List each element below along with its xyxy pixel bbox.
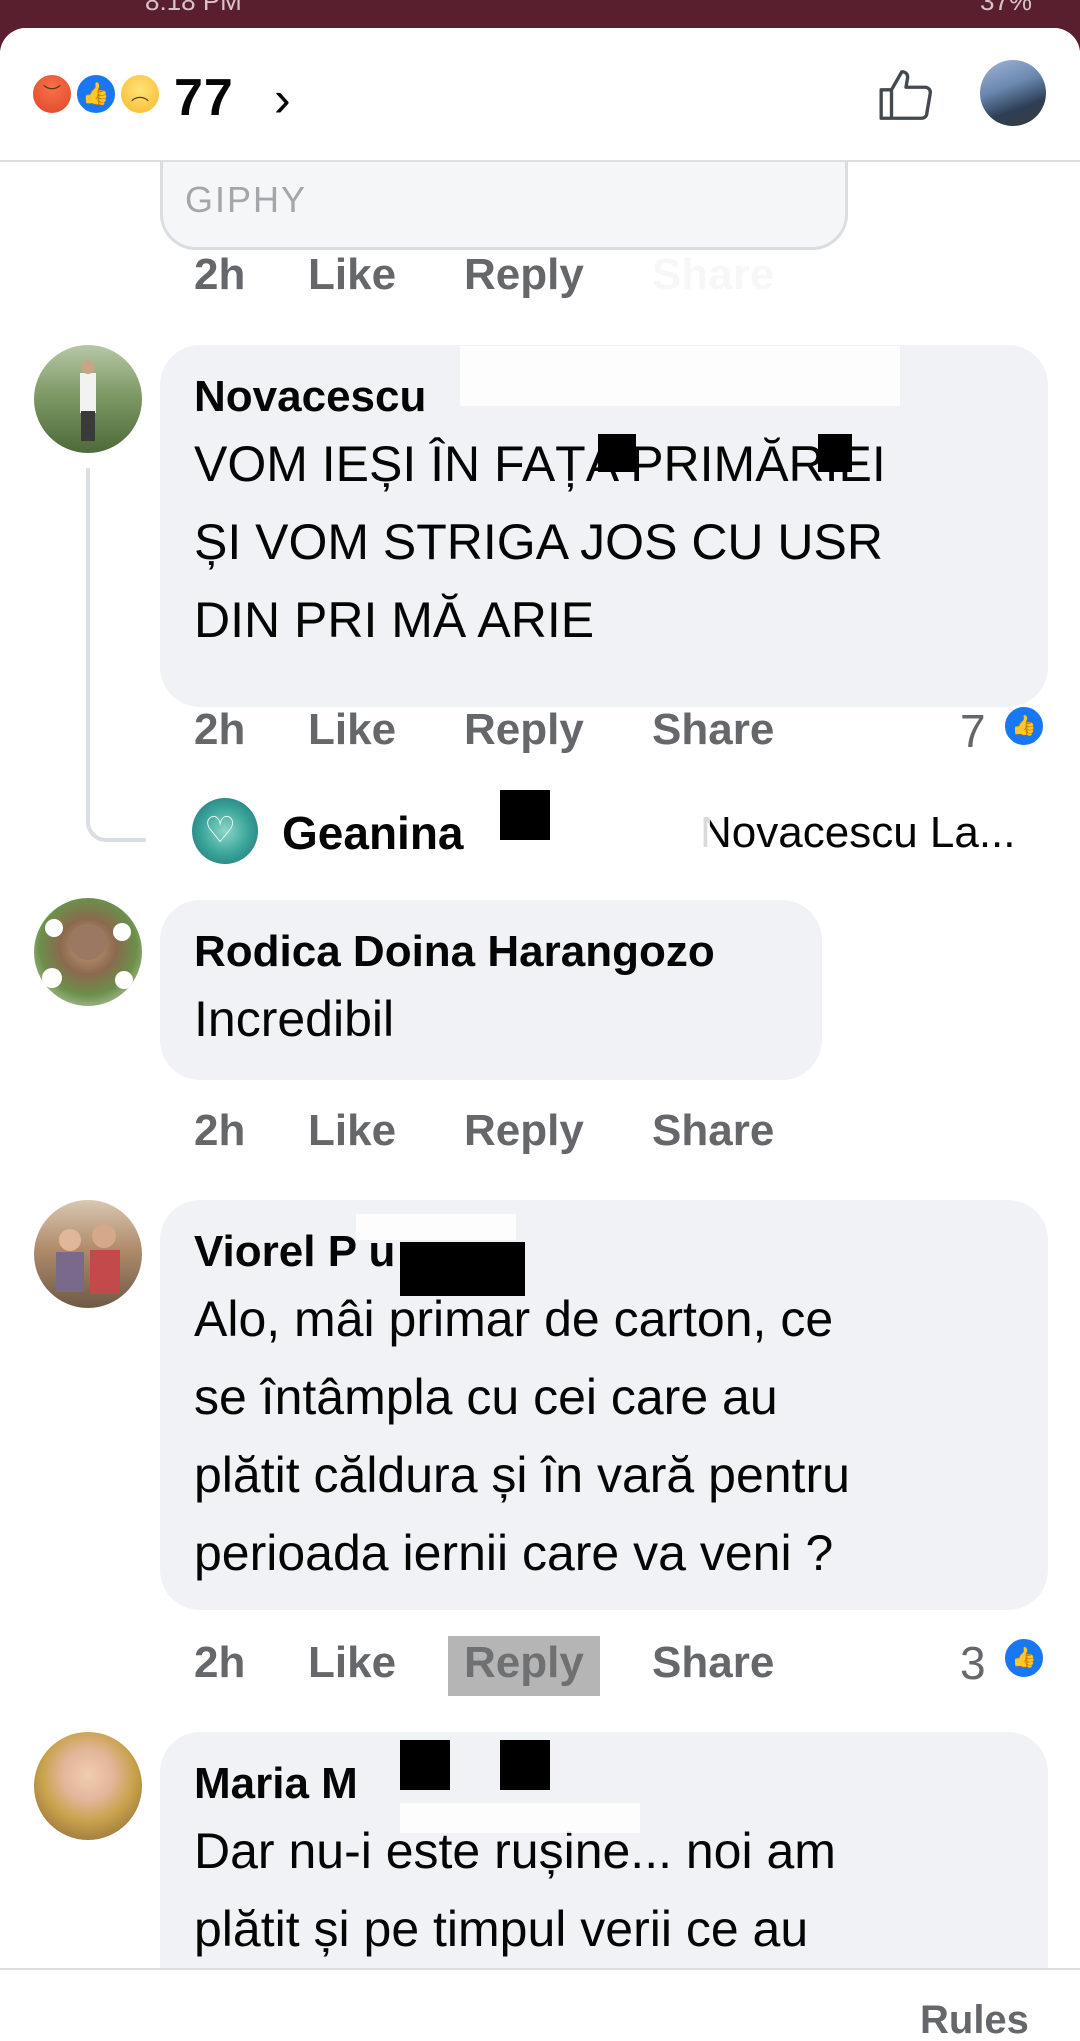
avatar[interactable]: ♡ xyxy=(192,798,258,864)
avatar[interactable] xyxy=(34,1200,142,1308)
blur-overlay xyxy=(448,1636,600,1696)
avatar[interactable] xyxy=(980,60,1046,126)
reaction-summary[interactable]: ︶ 👍 ︵ xyxy=(30,72,170,118)
giphy-label: GIPHY xyxy=(185,179,308,220)
blur-overlay xyxy=(460,346,900,406)
redaction-block xyxy=(500,1740,550,1790)
avatar[interactable] xyxy=(34,898,142,1006)
comment-time: 2h xyxy=(194,1638,246,1687)
thumbs-up-icon[interactable] xyxy=(876,64,938,126)
battery-level: 37% xyxy=(980,0,1033,16)
comment-time: 2h xyxy=(194,250,246,299)
comment-text: Incredibil xyxy=(194,991,395,1047)
rules-link[interactable]: Rules xyxy=(920,1998,1029,2041)
avatar[interactable] xyxy=(34,345,142,453)
comment-time: 2h xyxy=(194,705,246,754)
reaction-count[interactable]: 77 xyxy=(174,68,234,128)
reply-button[interactable]: Reply xyxy=(464,250,584,300)
reply-preview[interactable]: Geanina Novacescu La... xyxy=(282,806,1016,860)
reply-author: Geanina xyxy=(282,807,464,859)
share-button[interactable]: Share xyxy=(652,1106,774,1156)
reactions-header: ︶ 👍 ︵ 77 › xyxy=(0,28,1080,162)
status-bar: 8:18 PM 37% xyxy=(0,0,1080,28)
family-photo-icon xyxy=(56,1224,120,1294)
comments-footer: Rules xyxy=(0,1968,1080,2041)
heart-icon: ♡ xyxy=(204,809,237,850)
like-button[interactable]: Like xyxy=(308,705,396,755)
comment-text: Alo, mâi primar de carton, ce se întâmpl… xyxy=(194,1291,850,1581)
like-count-number: 7 xyxy=(960,705,986,757)
share-button[interactable]: Share xyxy=(652,1638,774,1688)
reply-preview-text: Novacescu La... xyxy=(700,808,1016,857)
like-button[interactable]: Like xyxy=(308,1106,396,1156)
comment-bubble: Rodica Doina Harangozo Incredibil xyxy=(160,900,822,1080)
share-button[interactable]: Share xyxy=(652,705,774,755)
blur-overlay xyxy=(356,1214,516,1240)
redaction-block xyxy=(500,790,550,840)
like-button[interactable]: Like xyxy=(308,250,396,300)
comment-author[interactable]: Viorel P u xyxy=(194,1224,1014,1280)
redaction-block xyxy=(598,434,636,472)
angry-icon: ︶ xyxy=(30,72,74,116)
blur-overlay xyxy=(650,250,810,302)
comment-text: Dar nu-i este rușine... noi am plătit și… xyxy=(194,1823,836,1957)
chevron-right-icon[interactable]: › xyxy=(274,70,291,128)
thread-line xyxy=(86,468,146,842)
redaction-block xyxy=(818,434,852,472)
avatar[interactable] xyxy=(34,1732,142,1840)
status-time: 8:18 PM xyxy=(145,0,242,16)
comments-sheet: ︶ 👍 ︵ 77 › GIPHY 2h Like Reply Share Nov… xyxy=(0,28,1080,2041)
redaction-block xyxy=(400,1242,525,1296)
like-count-number: 3 xyxy=(960,1637,986,1689)
blur-overlay xyxy=(400,1803,640,1833)
comment-time: 2h xyxy=(194,1106,246,1155)
sad-icon: ︵ xyxy=(118,72,162,116)
like-icon: 👍 xyxy=(1002,704,1046,748)
redaction-block xyxy=(400,1740,450,1790)
reply-button[interactable]: Reply xyxy=(464,1106,584,1156)
person-figure-icon xyxy=(80,360,96,441)
like-icon: 👍 xyxy=(1002,1636,1046,1680)
like-icon: 👍 xyxy=(74,72,118,116)
reply-button[interactable]: Reply xyxy=(464,705,584,755)
flower-icon xyxy=(42,919,133,989)
comment-bubble: Viorel P u Alo, mâi primar de carton, ce… xyxy=(160,1200,1048,1610)
like-button[interactable]: Like xyxy=(308,1638,396,1688)
comment-author[interactable]: Rodica Doina Harangozo xyxy=(194,924,788,980)
